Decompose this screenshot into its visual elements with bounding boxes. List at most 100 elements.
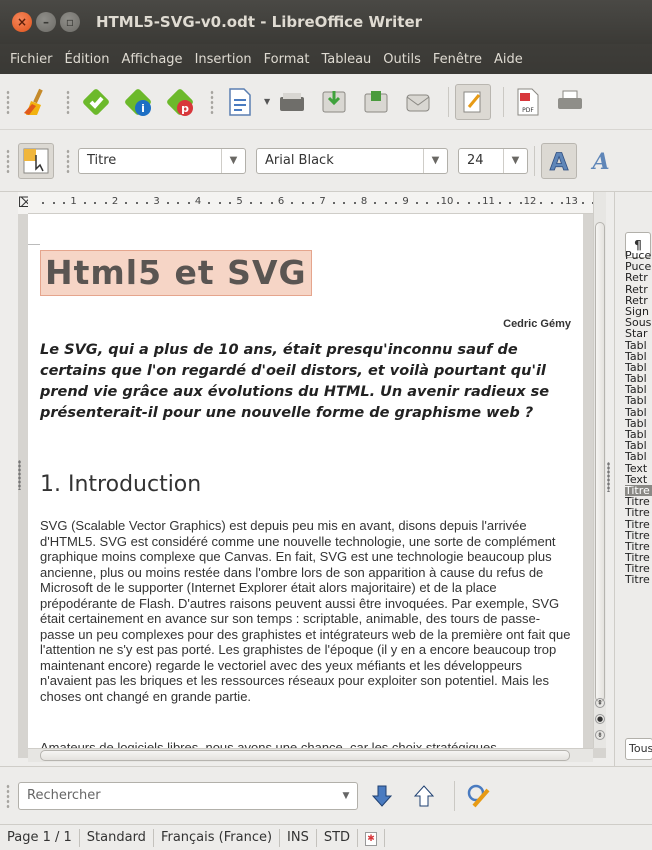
previous-page-icon[interactable]: ⇞ (595, 698, 605, 708)
style-list-item[interactable]: Tabl (625, 451, 652, 462)
section-heading[interactable]: 1. Introduction (40, 472, 201, 497)
document-title[interactable]: Html5 et SVG (40, 250, 312, 296)
chevron-down-icon[interactable]: ▼ (221, 148, 245, 173)
ruler-tick (509, 202, 512, 204)
extension-pdf-icon[interactable]: p (162, 84, 198, 120)
style-filter[interactable]: Tous (625, 738, 652, 760)
search-field[interactable]: Rechercher ▼ (18, 781, 358, 810)
style-list-item[interactable]: Retr (625, 272, 652, 283)
style-list-item[interactable]: Titre (625, 518, 652, 529)
menu-insertion[interactable]: Insertion (189, 52, 258, 67)
menu-edition[interactable]: Édition (59, 52, 116, 67)
toolbar-grip[interactable] (6, 148, 10, 173)
svg-text:p: p (181, 102, 189, 115)
toolbar-separator (534, 145, 535, 176)
document-page[interactable]: Html5 et SVG Cedric Gémy Le SVG, qui a p… (28, 214, 583, 748)
style-list-item[interactable]: Titre (625, 507, 652, 518)
ruler-tick (498, 202, 501, 204)
extension-green-icon[interactable] (78, 84, 114, 120)
export-pdf-icon[interactable]: PDF (510, 84, 546, 120)
ruler-tick (146, 202, 149, 204)
extension-info-icon[interactable]: i (120, 84, 156, 120)
menu-affichage[interactable]: Affichage (115, 52, 188, 67)
menu-bar: Fichier Édition Affichage Insertion Form… (0, 44, 652, 74)
menu-outils[interactable]: Outils (377, 52, 427, 67)
ruler-tick (353, 202, 356, 204)
navigator-icon[interactable]: ● (595, 714, 605, 724)
find-previous-arrow-icon[interactable] (406, 778, 442, 814)
chevron-down-icon[interactable]: ▼ (335, 791, 357, 801)
ruler-tick (415, 202, 418, 204)
menu-format[interactable]: Format (258, 52, 316, 67)
body-paragraph[interactable]: SVG (Scalable Vector Graphics) est depui… (40, 518, 572, 704)
print-icon[interactable] (552, 84, 588, 120)
ruler-tab-selector[interactable]: ⌧ (18, 192, 34, 214)
language-status[interactable]: Français (France) (154, 828, 281, 847)
document-abstract[interactable]: Le SVG, qui a plus de 10 ans, était pres… (40, 340, 565, 424)
find-replace-icon[interactable] (461, 778, 497, 814)
toolbar-separator (503, 86, 504, 117)
minimize-window-button[interactable]: – (36, 12, 56, 32)
close-window-button[interactable]: × (12, 12, 32, 32)
horizontal-scrollbar[interactable] (28, 748, 593, 762)
page-style[interactable]: Standard (80, 828, 154, 847)
toolbar-grip[interactable] (66, 89, 70, 114)
chevron-down-icon[interactable]: ▼ (503, 148, 527, 173)
style-list-item[interactable]: Titre (625, 574, 652, 585)
document-modified-icon[interactable]: ✱ (358, 828, 386, 847)
next-paragraph[interactable]: Amateurs de logiciels libres, nous avons… (40, 740, 572, 748)
font-size-value: 24 (467, 153, 484, 168)
chevron-down-icon[interactable]: ▼ (423, 148, 447, 173)
toolbar-separator (448, 86, 449, 117)
font-color-a-icon[interactable]: A (541, 142, 577, 179)
font-size-combo[interactable]: 24 ▼ (458, 147, 528, 174)
style-list[interactable]: Puce Puce Retr Retr Retr Sign Sous Star Tabl Tabl… (625, 250, 652, 586)
vertical-scrollbar[interactable]: ⇞ ● ⇟ (593, 192, 606, 748)
maximize-window-button[interactable]: ▫ (60, 12, 80, 32)
ruler-tick (457, 202, 460, 204)
ruler-tick (467, 202, 470, 204)
toolbar-grip[interactable] (66, 148, 70, 173)
open-icon[interactable] (274, 84, 310, 120)
ruler-tick (208, 202, 211, 204)
ruler-tick (332, 202, 335, 204)
styles-formatting-icon[interactable] (18, 142, 54, 179)
page-count[interactable]: Page 1 / 1 (0, 828, 80, 847)
italic-a-icon[interactable]: A (583, 143, 619, 179)
next-page-icon[interactable]: ⇟ (595, 730, 605, 740)
sidebar-collapse-handle[interactable] (607, 462, 610, 492)
toolbar-grip[interactable] (6, 89, 10, 114)
menu-tableau[interactable]: Tableau (315, 52, 377, 67)
ruler-tick (104, 202, 107, 204)
toolbar-grip[interactable] (6, 783, 10, 808)
find-next-arrow-icon[interactable] (364, 778, 400, 814)
style-list-item[interactable]: Tabl (625, 339, 652, 350)
window-title: HTML5-SVG-v0.odt - LibreOffice Writer (96, 13, 423, 31)
selection-mode[interactable]: STD (317, 828, 359, 847)
dropdown-arrow-icon[interactable]: ▼ (264, 97, 274, 106)
font-name-combo[interactable]: Arial Black ▼ (256, 147, 448, 174)
ruler-tick (166, 202, 169, 204)
ruler-tick (384, 202, 387, 204)
horizontal-scroll-thumb[interactable] (40, 750, 570, 761)
menu-aide[interactable]: Aide (488, 52, 529, 67)
horizontal-ruler[interactable]: 1 2 3 4 5 6 7 8 9 10 11 12 13 (28, 192, 593, 214)
save-as-icon[interactable] (358, 84, 394, 120)
toolbar-grip[interactable] (210, 89, 214, 114)
paragraph-style-combo[interactable]: Titre ▼ (78, 147, 246, 174)
edit-mode-icon[interactable] (455, 83, 491, 120)
ruler-number: 8 (360, 196, 368, 207)
vertical-scroll-thumb[interactable] (595, 222, 605, 702)
ruler-number: 5 (236, 196, 243, 207)
style-list-item[interactable]: Tabl (625, 395, 652, 406)
email-icon[interactable] (400, 84, 436, 120)
save-icon[interactable] (316, 84, 352, 120)
menu-fenetre[interactable]: Fenêtre (427, 52, 488, 67)
document-author[interactable]: Cedric Gémy (503, 318, 571, 330)
left-margin-handle[interactable] (18, 460, 21, 490)
new-document-icon[interactable] (222, 84, 258, 120)
clean-broom-icon[interactable] (18, 84, 54, 120)
insert-mode[interactable]: INS (280, 828, 317, 847)
menu-fichier[interactable]: Fichier (4, 52, 59, 67)
style-list-item[interactable]: Star (625, 328, 652, 339)
